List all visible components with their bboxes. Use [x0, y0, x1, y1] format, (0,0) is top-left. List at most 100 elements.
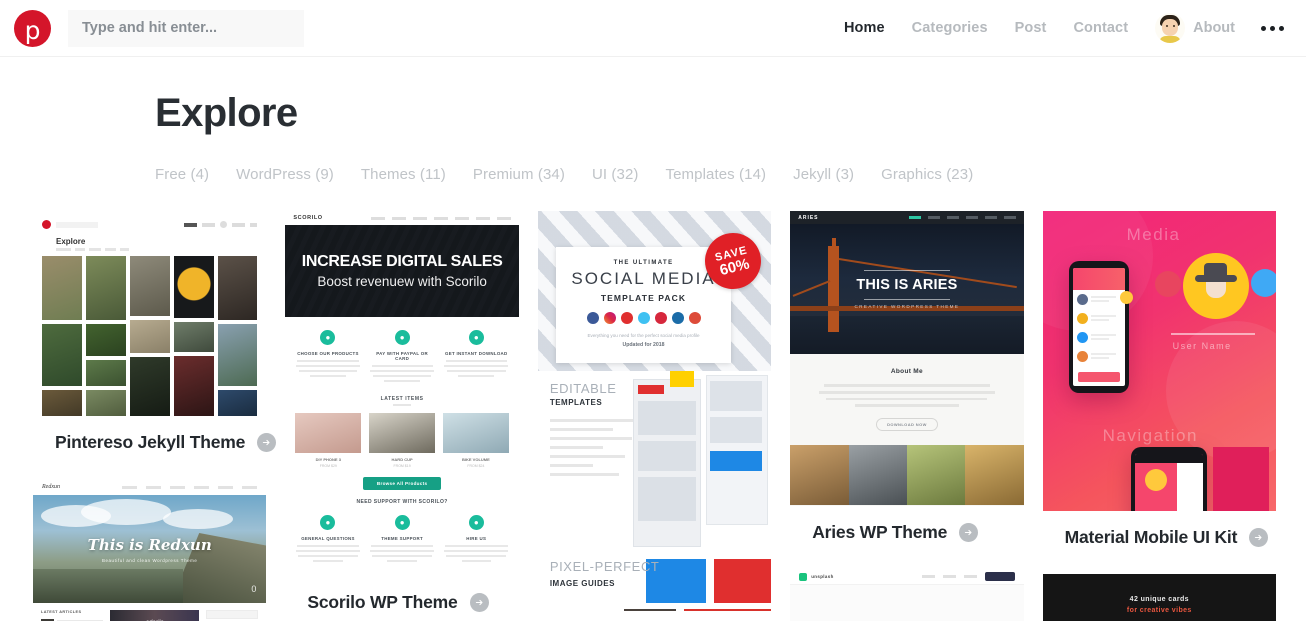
grid-column-2: SCORILO INCREASE DIGITAL SALES Boost rev…: [285, 211, 519, 617]
arrow-right-circle-icon[interactable]: [959, 523, 979, 542]
masonry-column: [217, 256, 258, 416]
preview-lower-section: EDITABLE TEMPLATES PIXEL-PERFECT IMAGE G…: [537, 371, 772, 611]
preview-product-price: FROM $29: [319, 463, 337, 468]
filter-free[interactable]: Free (4): [155, 166, 209, 183]
arrow-right-circle-icon[interactable]: [469, 593, 489, 612]
filter-themes[interactable]: Themes (11): [361, 166, 446, 183]
preview-nav-item: [496, 216, 511, 220]
more-horizontal-icon[interactable]: [1261, 25, 1284, 31]
masonry-photo: [85, 390, 126, 416]
preview-phone-screen-2: [1134, 454, 1203, 511]
card-pintereso-jekyll-theme[interactable]: Explore Pintereso Jekyll Theme: [33, 211, 277, 457]
preview-feature: ● CHOOSE OUR PRODUCTS: [295, 330, 360, 385]
preview-heading: Explore: [56, 237, 86, 246]
preview-lines: [1090, 295, 1121, 304]
masonry-photo: [217, 256, 258, 320]
arrow-right-circle-icon[interactable]: [257, 433, 277, 452]
site-logo[interactable]: p: [14, 9, 51, 47]
preview-hero-subtitle: Beautiful and clean Wordpress Theme: [101, 557, 198, 563]
preview-social-icons: [556, 312, 731, 324]
google-plus-icon: [688, 312, 701, 324]
preview-filter: [75, 248, 85, 251]
card-thumbnail: Redxun This is Redxun Beautiful and clea…: [33, 479, 267, 621]
card-thumbnail: ARIES THIS IS ARIES CREATIVE WORDPRESS T…: [790, 211, 1024, 506]
preview-list-row: [1073, 309, 1125, 328]
card-redxun-theme[interactable]: Redxun This is Redxun Beautiful and clea…: [33, 479, 267, 621]
preview-bullet-lines: [549, 419, 636, 476]
preview-filters: [56, 248, 257, 251]
nav-item-about[interactable]: About: [1155, 13, 1235, 43]
preview-lines: [370, 544, 435, 563]
card-footer: Pintereso Jekyll Theme: [33, 416, 277, 457]
preview-feature-title: GET INSTANT DOWNLOAD: [445, 351, 508, 356]
nav-item-home[interactable]: Home: [844, 20, 885, 36]
preview-lines: [444, 360, 509, 378]
preview-filter: [120, 248, 129, 251]
preview-features: ● CHOOSE OUR PRODUCTS ● PAY WITH PAYPAL …: [285, 317, 519, 389]
arrow-right-circle-icon[interactable]: [1249, 528, 1269, 547]
logo-letter: p: [24, 15, 41, 45]
preview-topbar: SCORILO: [285, 211, 519, 225]
card-footer: Scorilo WP Theme: [285, 576, 518, 617]
masonry-column: [85, 256, 126, 416]
card-social-media-template-pack[interactable]: THE ULTIMATE SOCIAL MEDIA TEMPLATE PACK …: [537, 211, 772, 611]
preview-nav-item: [122, 485, 138, 489]
card-title: Scorilo WP Theme: [307, 592, 458, 612]
nav-item-categories[interactable]: Categories: [912, 20, 988, 36]
preview-logo-icon: [799, 572, 808, 581]
filter-ui[interactable]: UI (32): [592, 166, 639, 183]
preview-mockup-block: [637, 401, 696, 435]
preview-aside: TAGS: [206, 610, 259, 621]
filter-templates[interactable]: Templates (14): [666, 166, 767, 183]
card-partial-bottom[interactable]: unsplash: [790, 569, 1024, 621]
preview-cta-button: Browse All Products: [363, 476, 442, 490]
preview-feature-title: PAY WITH PAYPAL OR CARD: [376, 351, 428, 361]
preview-nav-item: [184, 222, 198, 227]
preview-lines: [812, 384, 1001, 408]
question-icon: ●: [320, 514, 336, 530]
preview-section-label: LATEST ITEMS: [380, 395, 424, 402]
preview-banner: adorilo: [110, 610, 200, 621]
preview-user-name: User Name: [1172, 341, 1232, 351]
preview-lines: [370, 365, 435, 383]
preview-feature-title: HIRE US: [466, 535, 487, 541]
preview-swatch: [683, 609, 772, 611]
preview-more-icon: [250, 222, 258, 227]
category-filter-list: Free (4) WordPress (9) Themes (11) Premi…: [155, 166, 1306, 183]
preview-avatar: [1144, 469, 1167, 491]
dot-3: [1279, 25, 1284, 31]
preview-brand: Redxun: [42, 484, 60, 490]
preview-hero-title: THIS IS ARIES: [856, 276, 958, 293]
filter-premium[interactable]: Premium (34): [473, 166, 565, 183]
preview-hero: THIS IS ARIES CREATIVE WORDPRESS THEME: [790, 224, 1024, 354]
preview-product: BIKE VOLUME FROM $24: [443, 412, 509, 468]
preview-avatar-small-right: [1250, 269, 1277, 297]
filter-jekyll[interactable]: Jekyll (3): [793, 166, 854, 183]
nav-item-post[interactable]: Post: [1015, 20, 1047, 36]
bridge-tower-top: [832, 238, 837, 250]
preview-topbar: Redxun: [33, 479, 267, 495]
preview-line-1: 42 unique cards: [1129, 596, 1189, 603]
card-scorilo-wp-theme[interactable]: SCORILO INCREASE DIGITAL SALES Boost rev…: [285, 211, 519, 617]
avatar-face: [1205, 281, 1226, 298]
preview-feature: ● GENERAL QUESTIONS: [295, 514, 360, 565]
page-header: Explore Free (4) WordPress (9) Themes (1…: [0, 57, 1306, 183]
download-icon: ●: [468, 330, 484, 345]
preview-nav-item: [942, 575, 956, 578]
preview-hero: INCREASE DIGITAL SALES Boost revenuew wi…: [285, 225, 519, 317]
masonry-photo: [173, 322, 214, 352]
preview-button: [984, 572, 1015, 581]
preview-hero-subtitle: Boost revenuew with Scorilo: [317, 274, 487, 289]
filter-wordpress[interactable]: WordPress (9): [236, 166, 334, 183]
card-aries-wp-theme[interactable]: ARIES THIS IS ARIES CREATIVE WORDPRESS T…: [790, 211, 1024, 547]
preview-nav-item: [963, 575, 977, 578]
cart-icon: ●: [320, 330, 336, 345]
card-material-mobile-ui-kit[interactable]: Media Navigation User Name Material Mobi…: [1042, 211, 1277, 552]
preview-avatar-large: [1182, 253, 1249, 319]
preview-mockup-block: [709, 417, 762, 443]
filter-graphics[interactable]: Graphics (23): [881, 166, 973, 183]
nav-item-contact[interactable]: Contact: [1073, 20, 1128, 36]
preview-brand: unsplash: [811, 574, 834, 579]
search-input[interactable]: [68, 9, 304, 47]
card-dark-cards-kit[interactable]: 42 unique cards for creative vibes: [1042, 574, 1277, 621]
